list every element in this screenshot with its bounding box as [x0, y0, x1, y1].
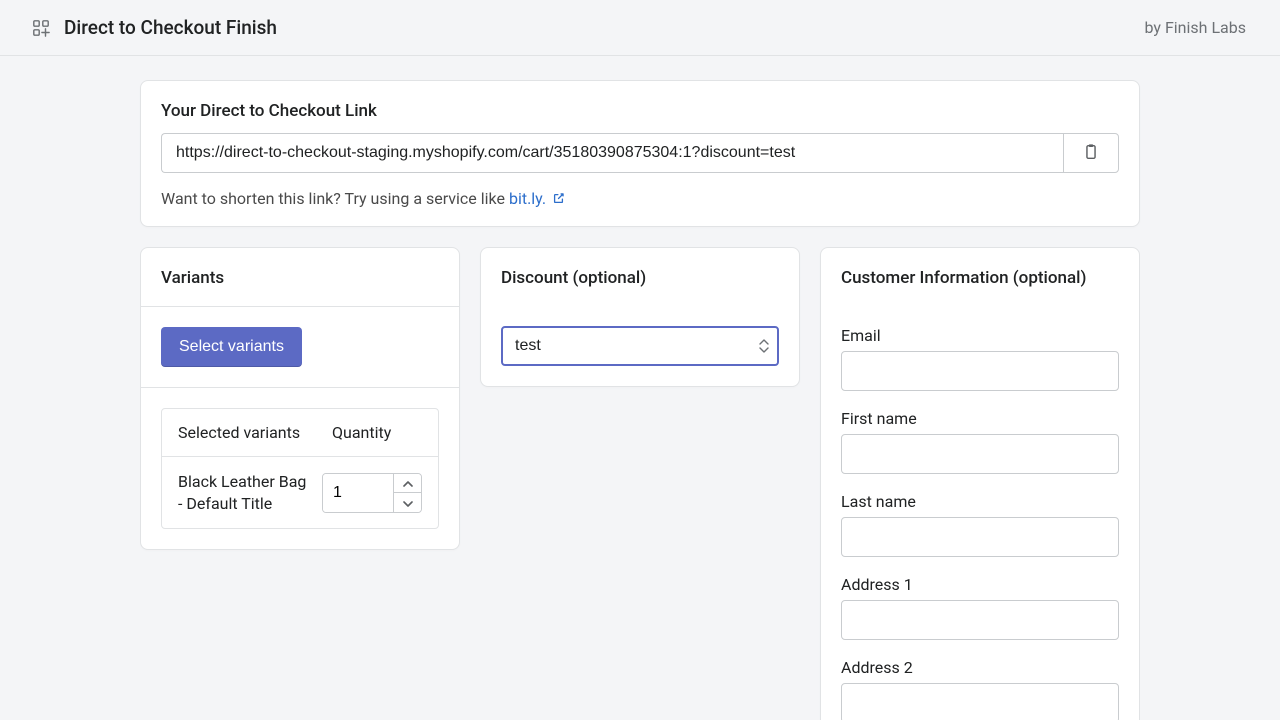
variants-table-head: Selected variants Quantity — [162, 409, 438, 457]
address1-label: Address 1 — [841, 575, 1119, 594]
table-row: Black Leather Bag - Default Title — [162, 457, 438, 528]
app-title: Direct to Checkout Finish — [64, 16, 277, 39]
discount-title: Discount (optional) — [481, 248, 799, 306]
variants-card: Variants Select variants Selected varian… — [140, 247, 460, 550]
customer-info-title: Customer Information (optional) — [821, 248, 1139, 306]
topbar: Direct to Checkout Finish by Finish Labs — [0, 0, 1280, 56]
discount-input[interactable] — [501, 326, 779, 366]
last-name-field[interactable] — [841, 517, 1119, 557]
discount-card: Discount (optional) — [480, 247, 800, 387]
variants-title: Variants — [141, 248, 459, 307]
columns: Variants Select variants Selected varian… — [140, 247, 1140, 720]
bitly-link[interactable]: bit.ly. — [509, 189, 546, 208]
variant-name: Black Leather Bag - Default Title — [178, 471, 322, 514]
quantity-input[interactable] — [323, 474, 393, 512]
external-link-icon — [552, 192, 565, 205]
chevron-down-icon — [403, 495, 413, 510]
copy-link-button[interactable] — [1063, 133, 1119, 173]
address1-field[interactable] — [841, 600, 1119, 640]
variants-head-name: Selected variants — [178, 423, 332, 442]
shorten-hint: Want to shorten this link? Try using a s… — [161, 189, 1119, 208]
chevron-up-icon — [403, 475, 413, 490]
clipboard-icon — [1082, 143, 1100, 164]
variants-table: Selected variants Quantity Black Leather… — [161, 408, 439, 529]
customer-info-card: Customer Information (optional) Email Fi… — [820, 247, 1140, 720]
first-name-label: First name — [841, 409, 1119, 428]
checkout-link-row — [161, 133, 1119, 173]
select-variants-button[interactable]: Select variants — [161, 327, 302, 367]
topbar-left: Direct to Checkout Finish — [32, 16, 277, 39]
quantity-increase-button[interactable] — [394, 474, 421, 494]
address2-label: Address 2 — [841, 658, 1119, 677]
checkout-link-input[interactable] — [161, 133, 1063, 173]
shorten-hint-text: Want to shorten this link? Try using a s… — [161, 189, 509, 208]
address2-field[interactable] — [841, 683, 1119, 720]
apps-icon — [32, 19, 50, 37]
quantity-decrease-button[interactable] — [394, 493, 421, 512]
quantity-stepper — [322, 473, 422, 513]
checkout-link-title: Your Direct to Checkout Link — [161, 101, 1119, 121]
last-name-label: Last name — [841, 492, 1119, 511]
email-field[interactable] — [841, 351, 1119, 391]
checkout-link-card: Your Direct to Checkout Link Want to sho… — [140, 80, 1140, 227]
variants-head-qty: Quantity — [332, 423, 422, 442]
by-line: by Finish Labs — [1145, 18, 1247, 37]
first-name-field[interactable] — [841, 434, 1119, 474]
email-label: Email — [841, 326, 1119, 345]
